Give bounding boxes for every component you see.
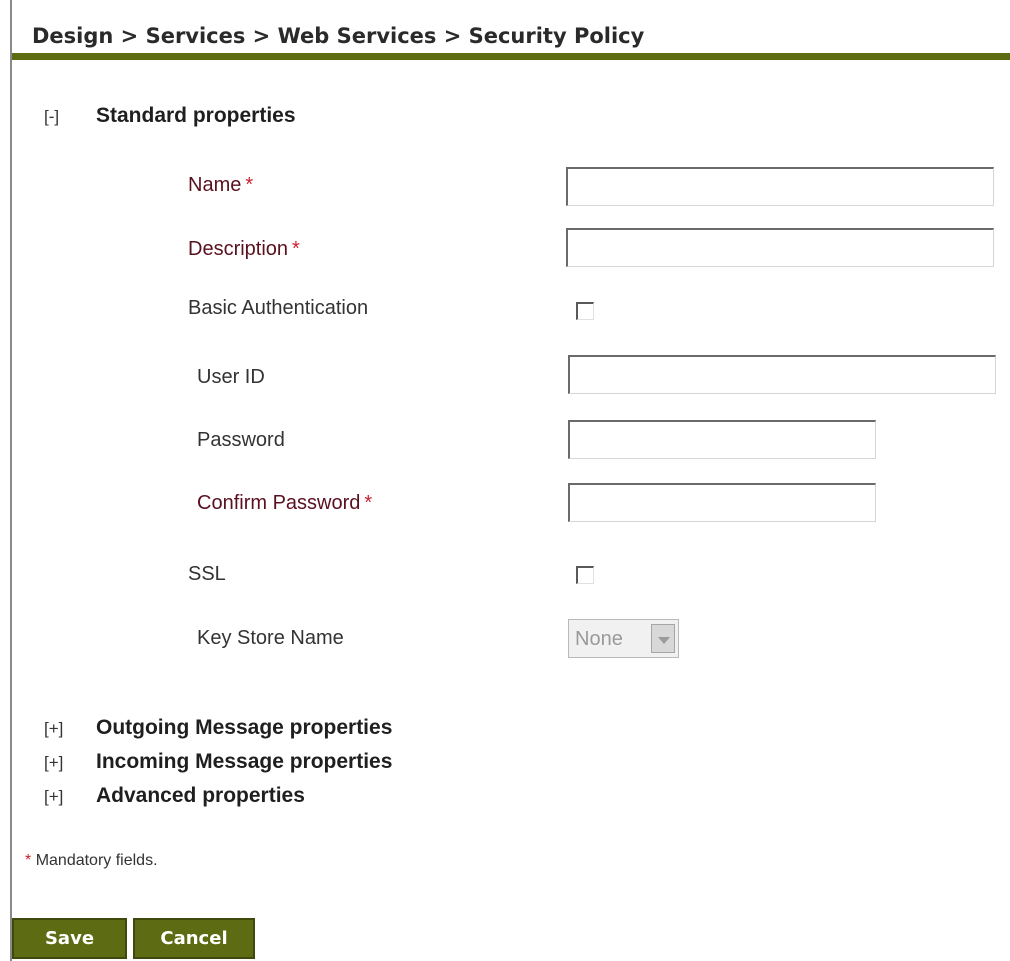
ssl-label: SSL bbox=[188, 563, 226, 585]
required-marker: * bbox=[25, 852, 32, 869]
section-title: Standard properties bbox=[96, 104, 296, 127]
mandatory-fields-note: * Mandatory fields. bbox=[25, 852, 158, 870]
confirm-password-label: Confirm Password * bbox=[197, 492, 372, 515]
confirm-password-input[interactable] bbox=[568, 483, 876, 522]
key-store-selected-value: None bbox=[575, 628, 623, 650]
password-input[interactable] bbox=[568, 420, 876, 459]
section-title: Advanced properties bbox=[96, 784, 305, 807]
title-underline bbox=[12, 53, 1010, 60]
key-store-select[interactable]: None bbox=[568, 619, 679, 658]
collapse-toggle[interactable]: [-] bbox=[44, 107, 96, 127]
name-label-text: Name bbox=[188, 174, 242, 196]
section-title: Incoming Message properties bbox=[96, 750, 393, 773]
expand-toggle[interactable]: [+] bbox=[44, 753, 96, 773]
chevron-down-icon[interactable] bbox=[651, 624, 675, 653]
section-title: Outgoing Message properties bbox=[96, 716, 393, 739]
name-input[interactable] bbox=[566, 167, 994, 206]
basic-auth-label: Basic Authentication bbox=[188, 297, 369, 319]
required-marker: * bbox=[364, 492, 373, 514]
cancel-button[interactable]: Cancel bbox=[133, 918, 255, 959]
key-store-label: Key Store Name bbox=[197, 627, 344, 649]
description-label-text: Description bbox=[188, 238, 289, 260]
description-input[interactable] bbox=[566, 228, 994, 267]
breadcrumb: Design > Services > Web Services > Secur… bbox=[32, 24, 645, 48]
advanced-properties-header[interactable]: [+] Advanced properties bbox=[44, 784, 305, 808]
standard-properties-header[interactable]: [-] Standard properties bbox=[44, 104, 296, 128]
user-id-input[interactable] bbox=[568, 355, 996, 394]
left-border bbox=[10, 0, 12, 961]
outgoing-message-properties-header[interactable]: [+] Outgoing Message properties bbox=[44, 716, 392, 740]
password-label: Password bbox=[197, 429, 285, 451]
confirm-password-label-text: Confirm Password bbox=[197, 492, 361, 514]
user-id-label: User ID bbox=[197, 366, 265, 388]
required-marker: * bbox=[245, 174, 254, 196]
expand-toggle[interactable]: [+] bbox=[44, 719, 96, 739]
basic-auth-checkbox[interactable] bbox=[576, 302, 594, 320]
description-label: Description * bbox=[188, 238, 300, 261]
ssl-checkbox[interactable] bbox=[576, 566, 594, 584]
mandatory-fields-text: Mandatory fields. bbox=[35, 852, 158, 869]
save-button[interactable]: Save bbox=[12, 918, 127, 959]
incoming-message-properties-header[interactable]: [+] Incoming Message properties bbox=[44, 750, 392, 774]
expand-toggle[interactable]: [+] bbox=[44, 787, 96, 807]
required-marker: * bbox=[292, 238, 300, 260]
name-label: Name * bbox=[188, 174, 253, 197]
